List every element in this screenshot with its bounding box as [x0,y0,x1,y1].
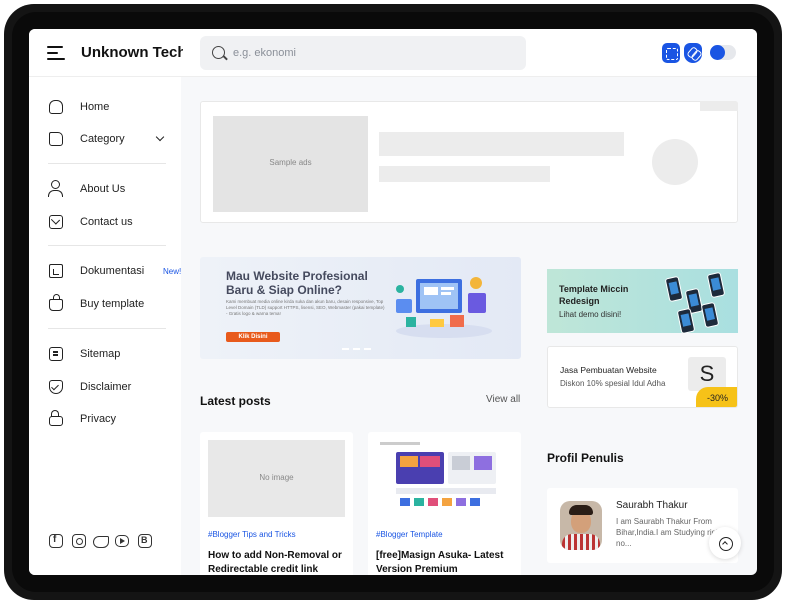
promo-card-template[interactable]: Template Miccin Redesign Lihat demo disi… [547,269,738,335]
sidebar-item-label: Home [80,101,110,113]
promo-title: Template Miccin Redesign [559,284,629,306]
promo-subtitle: Diskon 10% spesial Idul Adha [560,379,666,388]
blogger-icon[interactable] [138,534,152,548]
no-image-label: No image [259,473,294,482]
ad-slot[interactable]: Sample ads [200,101,738,223]
chevron-down-icon[interactable] [155,132,165,142]
sidebar-item-label: Dokumentasi [80,265,145,277]
ad-skeleton-circle [652,139,698,185]
post-thumbnail[interactable] [374,436,515,518]
sidebar-divider [48,328,166,329]
scroll-to-top-icon[interactable] [709,527,741,559]
shopping-bag-icon [49,294,63,311]
phone-mockup-icon [700,301,720,329]
link-icon[interactable] [684,43,702,63]
promo-logo: S [688,357,726,391]
sidebar: Home Category About Us Contact us Dokume… [29,77,181,575]
sidebar-item-buy-template[interactable]: Buy template [49,294,169,315]
new-badge: New! [163,267,182,276]
post-tag[interactable]: #Blogger Tips and Tricks [208,530,296,539]
hamburger-menu-icon[interactable] [47,46,65,60]
sidebar-item-contact-us[interactable]: Contact us [49,213,169,233]
document-icon [49,264,63,278]
dark-mode-toggle[interactable] [710,45,736,60]
slider-dots[interactable] [342,348,382,352]
sidebar-item-dokumentasi[interactable]: Dokumentasi New! [49,262,181,282]
sidebar-divider [48,163,166,164]
sitemap-icon [49,347,63,361]
youtube-icon[interactable] [115,535,129,547]
fullscreen-icon[interactable] [662,43,680,63]
home-icon [49,100,63,114]
sidebar-item-label: Disclaimer [80,381,132,393]
banner-subtitle: Kami membuat media online kirda suka dan… [226,299,385,316]
user-icon [48,180,63,197]
post-tag[interactable]: #Blogger Template [376,530,443,539]
sidebar-item-label: Category [80,133,125,145]
search-bar[interactable] [200,36,526,70]
author-name[interactable]: Saurabh Thakur [616,500,688,511]
shield-icon [49,380,63,394]
ad-tab [700,101,738,111]
sidebar-item-disclaimer[interactable]: Disclaimer [49,378,169,398]
sidebar-item-home[interactable]: Home [49,98,169,118]
sidebar-item-label: Privacy [80,413,117,425]
promo-card-web-service[interactable]: Jasa Pembuatan Website Diskon 10% spesia… [547,346,738,408]
website-illustration-icon [396,277,492,338]
promo-title: Jasa Pembuatan Website [560,365,657,375]
site-title[interactable]: Unknown Tech [81,44,183,61]
template-screenshot-icon [374,436,515,518]
site-header: Unknown Tech [29,29,757,77]
discount-badge: -30% [696,387,737,407]
view-all-link[interactable]: View all [486,394,520,405]
post-thumbnail[interactable]: No image [208,440,345,517]
author-card[interactable]: Saurabh Thakur I am Saurabh Thakur From … [547,488,738,563]
post-title[interactable]: [free]Masign Asuka- Latest Version Premi… [376,549,516,575]
post-card[interactable]: No image #Blogger Tips and Tricks How to… [200,432,353,575]
sidebar-divider [48,245,166,246]
author-section-heading: Profil Penulis [547,451,624,465]
promo-banner-slider[interactable]: Mau Website Profesional Baru & Siap Onli… [200,257,521,359]
sidebar-item-label: About Us [80,183,126,195]
sidebar-item-about-us[interactable]: About Us [48,180,169,200]
sidebar-item-label: Sitemap [80,348,121,360]
search-icon [212,46,225,59]
post-title[interactable]: How to add Non-Removal or Redirectable c… [208,549,348,575]
banner-title: Mau Website Profesional Baru & Siap Onli… [226,269,368,297]
twitter-icon[interactable] [93,534,109,548]
post-card[interactable]: #Blogger Template [free]Masign Asuka- La… [368,432,521,575]
sidebar-item-privacy[interactable]: Privacy [49,410,169,430]
latest-posts-heading: Latest posts [200,394,271,408]
sidebar-item-label: Buy template [80,298,145,310]
lock-icon [49,410,63,426]
browser-viewport: Unknown Tech Home Category About Us Cont… [29,29,757,575]
promo-subtitle: Lihat demo disini! [559,310,622,319]
mail-icon [49,215,63,229]
facebook-icon[interactable] [49,534,63,548]
folder-icon [49,132,63,146]
instagram-icon[interactable] [72,534,86,548]
sidebar-item-sitemap[interactable]: Sitemap [49,345,169,365]
phone-mockup-icon [706,271,726,299]
sidebar-item-label: Contact us [80,216,133,228]
phone-mockup-icon [664,275,684,303]
avatar[interactable] [560,501,602,550]
ad-skeleton-line [379,166,550,182]
search-input[interactable] [233,44,513,62]
banner-cta-button[interactable]: Klik Disini [226,332,280,342]
sidebar-item-category[interactable]: Category [49,130,169,150]
ad-placeholder-label: Sample ads [269,158,312,167]
ad-image-placeholder: Sample ads [213,116,368,212]
ad-skeleton-line [379,132,624,156]
